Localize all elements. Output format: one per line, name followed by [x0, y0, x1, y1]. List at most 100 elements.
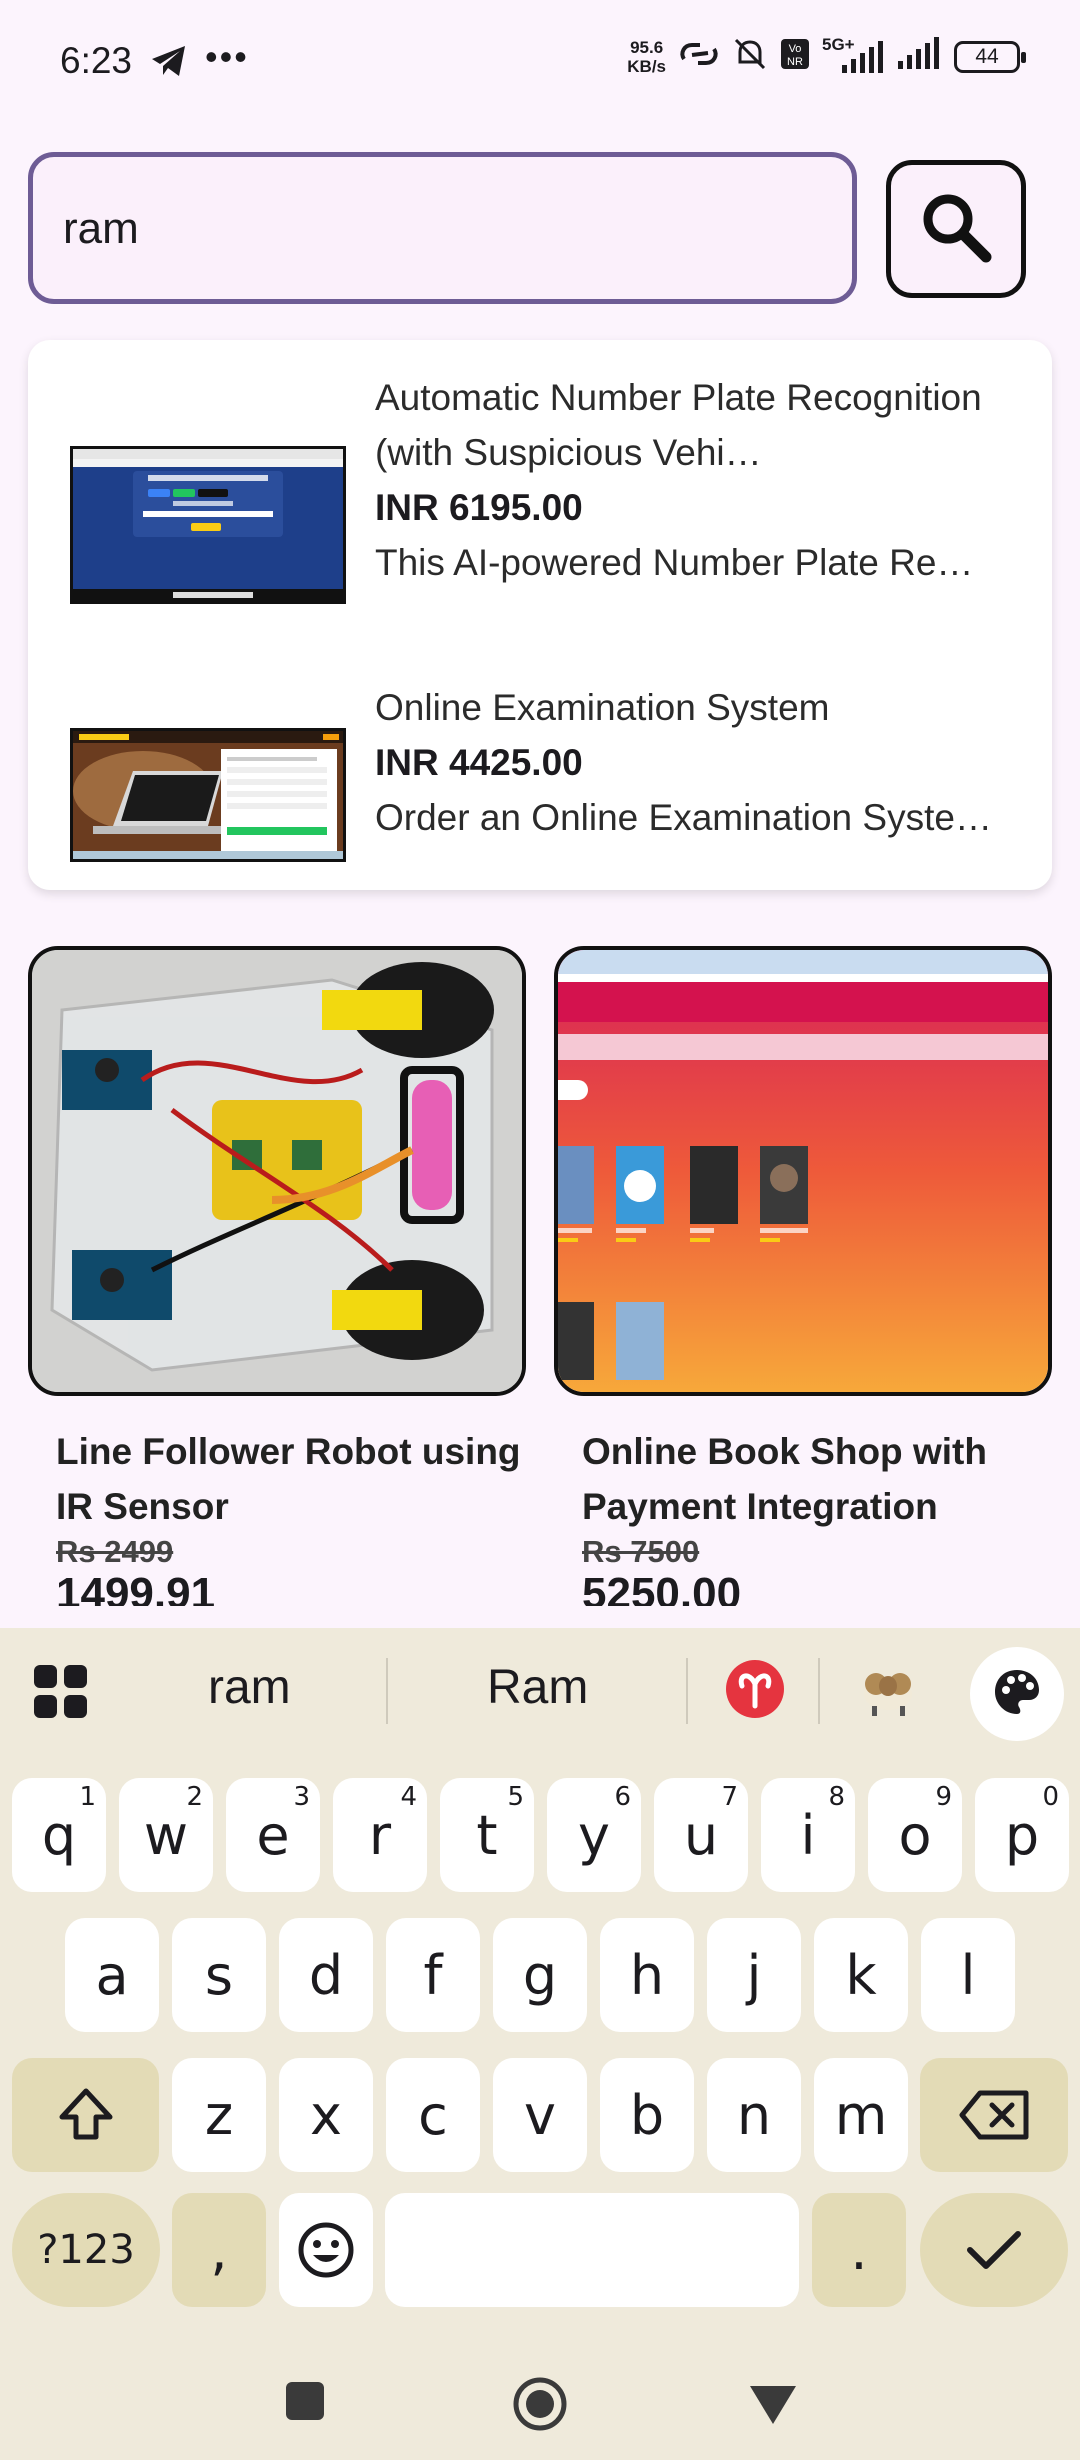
search-field[interactable] — [28, 152, 857, 304]
backspace-key[interactable] — [920, 2058, 1068, 2172]
theme-palette-button[interactable] — [970, 1647, 1064, 1741]
product-image — [554, 946, 1052, 1396]
key-z[interactable]: z — [172, 2058, 266, 2172]
shift-key[interactable] — [12, 2058, 159, 2172]
key-hint-number: 8 — [828, 1782, 845, 1812]
shift-icon — [59, 2088, 112, 2140]
keyboard-suggestion[interactable]: ram — [208, 1660, 291, 1715]
key-d[interactable]: d — [279, 1918, 373, 2032]
key-i[interactable]: i8 — [761, 1778, 855, 1892]
ram-emoji-icon[interactable] — [858, 1660, 916, 1718]
comma-key[interactable]: , — [172, 2193, 266, 2307]
key-h[interactable]: h — [600, 1918, 694, 2032]
key-k-label: k — [845, 1943, 877, 2007]
palette-icon — [991, 1666, 1043, 1723]
telegram-icon — [150, 44, 188, 83]
key-i-label: i — [800, 1803, 816, 1867]
suggestion-title: Automatic Number Plate Recognition (with… — [375, 377, 982, 473]
recents-button[interactable] — [286, 2382, 324, 2425]
keyboard-suggestion[interactable]: Ram — [487, 1660, 588, 1715]
key-a[interactable]: a — [65, 1918, 159, 2032]
key-r-label: r — [368, 1803, 392, 1867]
key-j[interactable]: j — [707, 1918, 801, 2032]
space-key[interactable] — [385, 2193, 799, 2307]
emoji-key[interactable] — [279, 2193, 373, 2307]
suggestion-description: This AI-powered Number Plate Re… — [375, 542, 974, 583]
period-key[interactable]: . — [812, 2193, 906, 2307]
key-b[interactable]: b — [600, 2058, 694, 2172]
product-title: Line Follower Robot using IR Sensor — [56, 1431, 521, 1527]
soft-keyboard: ram Ram q1w2e3r4t5y6u7i8o9p0asdfghjklzxc… — [0, 1628, 1080, 2460]
checkmark-icon — [967, 2231, 1021, 2269]
key-r[interactable]: r4 — [333, 1778, 427, 1892]
key-y-label: y — [578, 1803, 610, 1867]
apps-grid-icon[interactable] — [34, 1665, 88, 1724]
key-j-label: j — [746, 1943, 762, 2007]
suggestion-description: Order an Online Examination Syste… — [375, 797, 992, 838]
product-title: Online Book Shop with Payment Integratio… — [582, 1431, 987, 1527]
key-n-label: n — [736, 2083, 772, 2147]
system-navigation-bar — [0, 2340, 1080, 2460]
suggestion-thumbnail — [70, 728, 346, 862]
divider — [818, 1658, 820, 1724]
product-card[interactable]: Line Follower Robot using IR Sensor Rs 2… — [28, 946, 526, 1606]
emoji-icon — [298, 2222, 354, 2278]
aries-emoji-icon[interactable] — [726, 1660, 784, 1718]
key-x[interactable]: x — [279, 2058, 373, 2172]
product-card[interactable]: Online Book Shop with Payment Integratio… — [554, 946, 1052, 1606]
key-s[interactable]: s — [172, 1918, 266, 2032]
key-p[interactable]: p0 — [975, 1778, 1069, 1892]
key-k[interactable]: k — [814, 1918, 908, 2032]
product-old-price: Rs 2499 — [56, 1534, 174, 1569]
key-hint-number: 3 — [293, 1782, 310, 1812]
search-input[interactable] — [63, 199, 803, 259]
keyboard-suggestion-bar: ram Ram — [0, 1628, 1080, 1756]
key-g[interactable]: g — [493, 1918, 587, 2032]
status-bar: 6:23 ••• 95.6 KB/s Vo NR 5G+ 44 — [0, 0, 1080, 130]
key-l-label: l — [960, 1943, 976, 2007]
enter-key[interactable] — [920, 2193, 1068, 2307]
key-m-label: m — [834, 2083, 888, 2147]
suggestion-title: Online Examination System — [375, 687, 830, 728]
suggestion-item[interactable]: Online Examination System INR 4425.00 Or… — [28, 680, 1052, 880]
key-o[interactable]: o9 — [868, 1778, 962, 1892]
divider — [386, 1658, 388, 1724]
key-c[interactable]: c — [386, 2058, 480, 2172]
more-notifications-icon: ••• — [205, 36, 249, 77]
key-t[interactable]: t5 — [440, 1778, 534, 1892]
key-u-label: u — [683, 1803, 719, 1867]
key-y[interactable]: y6 — [547, 1778, 641, 1892]
key-hint-number: 0 — [1042, 1782, 1059, 1812]
key-q[interactable]: q1 — [12, 1778, 106, 1892]
product-grid: Line Follower Robot using IR Sensor Rs 2… — [0, 930, 1080, 1606]
key-o-label: o — [898, 1803, 932, 1867]
key-l[interactable]: l — [921, 1918, 1015, 2032]
search-button[interactable] — [886, 160, 1026, 298]
key-hint-number: 7 — [721, 1782, 738, 1812]
key-e[interactable]: e3 — [226, 1778, 320, 1892]
key-f[interactable]: f — [386, 1918, 480, 2032]
key-w[interactable]: w2 — [119, 1778, 213, 1892]
signal-icon — [896, 37, 942, 76]
product-price: 1499.91 — [56, 1569, 216, 1607]
search-suggestions: Automatic Number Plate Recognition (with… — [28, 340, 1052, 890]
product-image — [28, 946, 526, 1396]
key-f-label: f — [423, 1943, 443, 2007]
symbols-key-label: ?123 — [37, 2227, 135, 2273]
suggestion-price: INR 6195.00 — [375, 487, 583, 528]
key-b-label: b — [629, 2083, 665, 2147]
key-hint-number: 6 — [614, 1782, 631, 1812]
period-key-label: . — [850, 2218, 868, 2282]
suggestion-item[interactable]: Automatic Number Plate Recognition (with… — [28, 370, 1052, 650]
svg-text:Vo: Vo — [789, 43, 802, 55]
key-n[interactable]: n — [707, 2058, 801, 2172]
back-button[interactable] — [750, 2384, 796, 2429]
key-v[interactable]: v — [493, 2058, 587, 2172]
product-price: 5250.00 — [582, 1569, 742, 1607]
key-hint-number: 1 — [79, 1782, 96, 1812]
key-m[interactable]: m — [814, 2058, 908, 2172]
symbols-key[interactable]: ?123 — [12, 2193, 160, 2307]
home-button[interactable] — [512, 2376, 568, 2437]
key-hint-number: 2 — [186, 1782, 203, 1812]
key-u[interactable]: u7 — [654, 1778, 748, 1892]
